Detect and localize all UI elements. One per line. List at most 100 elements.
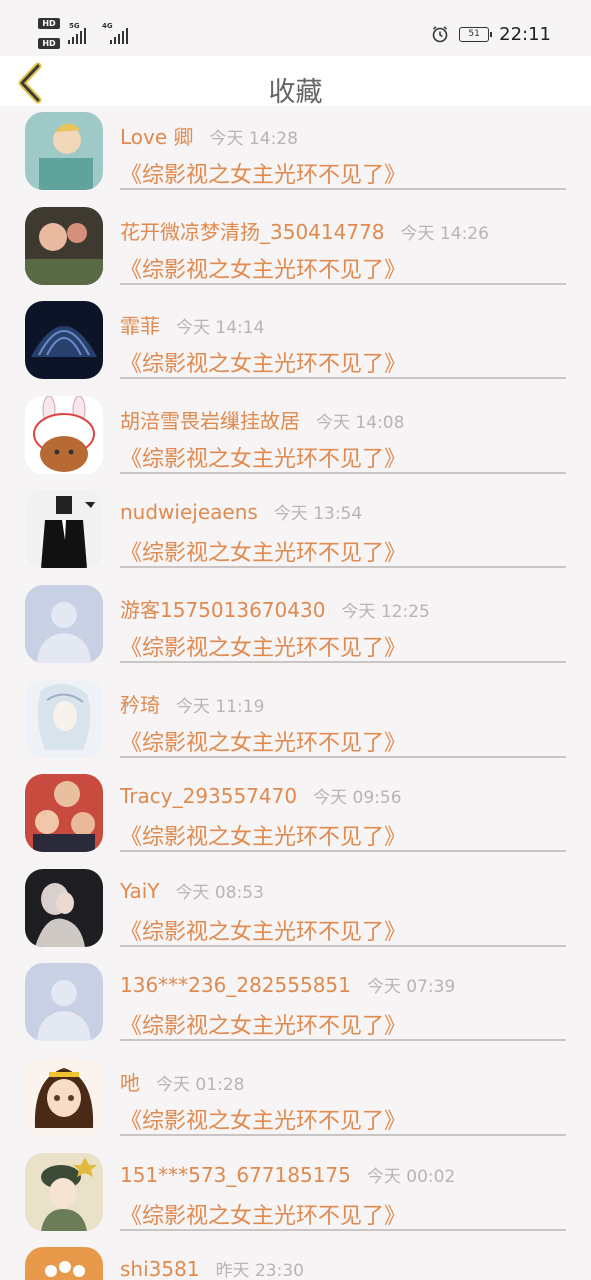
avatar[interactable] xyxy=(25,395,103,474)
item-time: 今天 14:28 xyxy=(209,129,298,149)
divider xyxy=(120,471,566,474)
signal-icon xyxy=(68,28,86,44)
list-item[interactable]: 花开微凉梦清扬_350414778 今天 14:26 《综影视之女主光环不见了》 xyxy=(0,203,591,298)
novel-title[interactable]: 《综影视之女主光环不见了》 xyxy=(120,1008,406,1040)
item-meta: shi3581 昨天 23:30 xyxy=(120,1256,304,1280)
divider xyxy=(120,566,566,569)
user-name: YaiY xyxy=(120,878,160,903)
item-time: 今天 12:25 xyxy=(341,601,430,622)
item-time: 今天 08:53 xyxy=(175,882,264,903)
novel-title[interactable]: 《综影视之女主光环不见了》 xyxy=(120,914,406,946)
novel-title[interactable]: 《综影视之女主光环不见了》 xyxy=(120,1198,406,1230)
item-time: 今天 13:54 xyxy=(273,504,363,525)
status-right: 51 22:11 xyxy=(431,20,551,48)
favorites-list: Love 卿 今天 14:28 《综影视之女主光环不见了》 花开微凉梦清扬_35… xyxy=(0,108,591,1280)
user-name: shi3581 xyxy=(120,1257,200,1280)
avatar[interactable] xyxy=(25,206,103,285)
novel-title[interactable]: 《综影视之女主光环不见了》 xyxy=(120,1103,406,1135)
signal-indicators: HD HD 5G 4G xyxy=(38,16,148,50)
item-meta: Love 卿 今天 14:28 xyxy=(120,121,298,149)
novel-title[interactable]: 《综影视之女主光环不见了》 xyxy=(120,252,406,284)
divider xyxy=(120,377,566,380)
avatar[interactable] xyxy=(25,679,103,758)
divider xyxy=(120,1228,566,1231)
divider xyxy=(120,188,566,190)
item-time: 今天 14:26 xyxy=(400,223,489,244)
divider xyxy=(120,660,566,663)
divider xyxy=(120,850,566,853)
list-item[interactable]: 151***573_677185175 今天 00:02 《综影视之女主光环不见… xyxy=(0,1149,591,1244)
avatar[interactable] xyxy=(25,774,103,853)
list-item[interactable]: 136***236_282555851 今天 07:39 《综影视之女主光环不见… xyxy=(0,959,591,1054)
novel-title[interactable]: 《综影视之女主光环不见了》 xyxy=(120,535,406,567)
novel-title[interactable]: 《综影视之女主光环不见了》 xyxy=(120,441,406,473)
novel-title[interactable]: 《综影视之女主光环不见了》 xyxy=(120,630,406,662)
item-meta: 游客1575013670430 今天 12:25 xyxy=(120,594,430,622)
user-name: Love 卿 xyxy=(120,125,194,149)
item-meta: 151***573_677185175 今天 00:02 xyxy=(120,1162,455,1190)
sim2-hd-badge: HD xyxy=(38,38,60,49)
item-time: 今天 14:14 xyxy=(176,318,265,339)
divider xyxy=(120,282,566,285)
avatar[interactable] xyxy=(25,490,103,569)
user-name: 游客1575013670430 xyxy=(120,597,326,622)
item-time: 今天 07:39 xyxy=(366,977,456,998)
list-item[interactable]: Love 卿 今天 14:28 《综影视之女主光环不见了》 xyxy=(0,108,591,203)
list-item[interactable]: shi3581 昨天 23:30 xyxy=(0,1243,591,1280)
list-item[interactable]: 游客1575013670430 今天 12:25 《综影视之女主光环不见了》 xyxy=(0,581,591,676)
user-name: 151***573_677185175 xyxy=(120,1162,351,1187)
user-name: 矜琦 xyxy=(120,692,160,717)
divider xyxy=(120,755,566,758)
user-name: nudwiejeaens xyxy=(120,500,258,525)
user-name: 胡涪雪畏岩缫挂故居 xyxy=(120,408,300,433)
item-time: 昨天 23:30 xyxy=(215,1261,304,1280)
list-item[interactable]: 霏菲 今天 14:14 《综影视之女主光环不见了》 xyxy=(0,297,591,392)
novel-title[interactable]: 《综影视之女主光环不见了》 xyxy=(120,346,406,378)
sim1-hd-badge: HD xyxy=(38,18,60,29)
list-item[interactable]: Tracy_293557470 今天 09:56 《综影视之女主光环不见了》 xyxy=(0,770,591,865)
avatar[interactable] xyxy=(25,584,103,663)
battery-icon: 51 xyxy=(459,26,493,42)
alarm-icon xyxy=(431,25,449,43)
user-name: Tracy_293557470 xyxy=(120,784,298,809)
item-meta: YaiY 今天 08:53 xyxy=(120,878,264,906)
novel-title[interactable]: 《综影视之女主光环不见了》 xyxy=(120,725,406,757)
user-name: 136***236_282555851 xyxy=(120,973,351,998)
divider xyxy=(120,1039,566,1042)
avatar[interactable] xyxy=(25,1247,103,1280)
avatar[interactable] xyxy=(25,112,103,190)
item-meta: nudwiejeaens 今天 13:54 xyxy=(120,499,362,527)
avatar[interactable] xyxy=(25,1152,103,1231)
avatar[interactable] xyxy=(25,868,103,947)
clock-time: 22:11 xyxy=(499,23,551,45)
item-meta: 吔 今天 01:28 xyxy=(120,1067,244,1095)
divider xyxy=(120,1133,566,1136)
item-time: 今天 01:28 xyxy=(156,1074,245,1095)
divider xyxy=(120,944,566,947)
item-time: 今天 14:08 xyxy=(316,412,405,433)
list-item[interactable]: 矜琦 今天 11:19 《综影视之女主光环不见了》 xyxy=(0,676,591,771)
top-bar: 收藏 xyxy=(0,56,591,108)
list-item[interactable]: 吔 今天 01:28 《综影视之女主光环不见了》 xyxy=(0,1054,591,1149)
novel-title[interactable]: 《综影视之女主光环不见了》 xyxy=(120,819,406,851)
list-item[interactable]: YaiY 今天 08:53 《综影视之女主光环不见了》 xyxy=(0,865,591,960)
status-bar: HD HD 5G 4G 51 22:11 xyxy=(0,0,591,56)
item-time: 今天 00:02 xyxy=(366,1166,456,1187)
list-item[interactable]: 胡涪雪畏岩缫挂故居 今天 14:08 《综影视之女主光环不见了》 xyxy=(0,392,591,487)
item-meta: 花开微凉梦清扬_350414778 今天 14:26 xyxy=(120,216,489,244)
user-name: 霏菲 xyxy=(120,314,160,339)
signal-icon-2 xyxy=(110,28,128,44)
item-meta: 胡涪雪畏岩缫挂故居 今天 14:08 xyxy=(120,405,404,433)
item-time: 今天 11:19 xyxy=(176,696,265,717)
avatar[interactable] xyxy=(25,963,103,1042)
avatar[interactable] xyxy=(25,301,103,380)
page-title: 收藏 xyxy=(268,77,323,108)
list-item[interactable]: nudwiejeaens 今天 13:54 《综影视之女主光环不见了》 xyxy=(0,486,591,581)
item-meta: 霏菲 今天 14:14 xyxy=(120,310,264,338)
item-meta: 矜琦 今天 11:19 xyxy=(120,689,264,717)
novel-title[interactable]: 《综影视之女主光环不见了》 xyxy=(120,157,406,189)
item-time: 今天 09:56 xyxy=(313,788,402,809)
item-meta: Tracy_293557470 今天 09:56 xyxy=(120,783,402,811)
user-name: 吔 xyxy=(120,1070,140,1095)
avatar[interactable] xyxy=(25,1057,103,1136)
